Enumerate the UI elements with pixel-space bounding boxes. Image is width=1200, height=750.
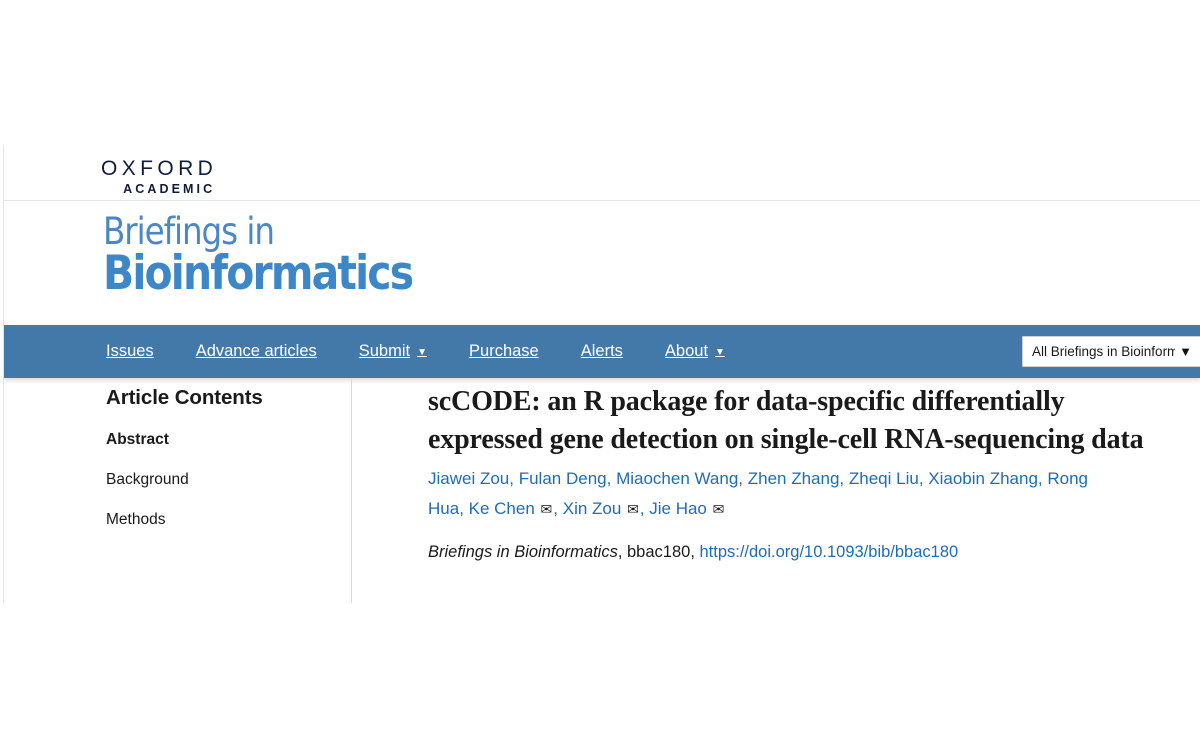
author-link[interactable]: Fulan Deng (519, 469, 607, 488)
author-separator: , (1037, 469, 1048, 488)
journal-masthead: Briefings in Bioinformatics (4, 201, 1200, 325)
author-link[interactable]: Zheqi Liu (849, 469, 919, 488)
nav-item-label: Advance articles (195, 342, 317, 360)
page-container: OXFORD ACADEMIC Briefings in Bioinformat… (3, 145, 1200, 603)
author-link[interactable]: Jie Hao (649, 499, 707, 518)
journal-logo-line2: Bioinformatics (103, 246, 414, 301)
author-separator: , (459, 499, 469, 518)
nav-item-label: Purchase (469, 342, 539, 360)
envelope-icon[interactable]: ✉ (626, 501, 640, 517)
table-of-contents-list: Abstract Background Methods (103, 430, 351, 530)
academic-logo-word: ACADEMIC (123, 182, 216, 196)
nav-item-about[interactable]: About ▼ (644, 325, 746, 378)
nav-item-list: Issues Advance articles Submit ▼ Purchase Ale… (101, 325, 746, 378)
citation-article-id: bbac180 (627, 543, 691, 561)
citation-journal-name: Briefings in Bioinformatics (428, 543, 618, 561)
article-title: scCODE: an R package for data-specific d… (428, 386, 1144, 455)
author-link[interactable]: Xin Zou (563, 499, 622, 518)
nav-item-purchase[interactable]: Purchase (448, 325, 560, 378)
journal-select-value: All Briefings in Bioinform (1032, 344, 1176, 359)
author-separator: , (509, 469, 519, 488)
journal-select-dropdown[interactable]: All Briefings in Bioinform ▼ (1022, 336, 1200, 367)
envelope-icon[interactable]: ✉ (712, 501, 726, 517)
nav-item-issues[interactable]: Issues (101, 325, 175, 378)
nav-item-label: Alerts (580, 342, 623, 360)
nav-item-alerts[interactable]: Alerts (560, 325, 644, 378)
chevron-down-icon: ▼ (417, 346, 428, 358)
oxford-academic-logo[interactable]: OXFORD ACADEMIC (101, 157, 217, 197)
nav-item-label: Submit (358, 342, 411, 360)
article-contents-sidebar: Article Contents Abstract Background Metho… (103, 378, 352, 603)
publisher-bar: OXFORD ACADEMIC (4, 145, 1200, 201)
toc-item-methods[interactable]: Methods (106, 510, 351, 530)
article-main-column: scCODE: an R package for data-specific d… (428, 378, 1148, 564)
nav-item-label: Issues (106, 342, 154, 360)
chevron-down-icon: ▼ (1179, 344, 1192, 359)
nav-item-submit[interactable]: Submit ▼ (338, 325, 448, 378)
author-link[interactable]: Zhen Zhang (748, 469, 840, 488)
author-separator: , (639, 499, 650, 518)
oxford-logo-word: OXFORD (101, 157, 218, 180)
citation-doi-link[interactable]: https://doi.org/10.1093/bib/bbac180 (699, 543, 958, 561)
author-separator: , (738, 469, 748, 488)
envelope-icon[interactable]: ✉ (540, 501, 554, 517)
chevron-down-icon: ▼ (715, 346, 725, 358)
author-link[interactable]: Miaochen Wang (616, 469, 738, 488)
nav-item-label: About (664, 342, 709, 360)
sidebar-title: Article Contents (106, 386, 263, 409)
author-separator: , (606, 469, 617, 488)
toc-item-background[interactable]: Background (106, 470, 351, 490)
citation-line: Briefings in Bioinformatics, bbac180, ht… (428, 540, 1148, 564)
author-link[interactable]: Jiawei Zou (428, 469, 509, 488)
author-list: Jiawei Zou, Fulan Deng, Miaochen Wang, Z… (428, 464, 1128, 524)
citation-comma-1: , (617, 543, 627, 561)
author-link[interactable]: Xiaobin Zhang (928, 469, 1038, 488)
article-area: Article Contents Abstract Background Metho… (4, 378, 1200, 603)
toc-item-abstract[interactable]: Abstract (106, 430, 351, 450)
journal-logo[interactable]: Briefings in Bioinformatics (103, 211, 458, 301)
author-separator: , (839, 469, 849, 488)
author-link[interactable]: Ke Chen (469, 499, 535, 518)
primary-navigation-bar: Issues Advance articles Submit ▼ Purchase Ale… (4, 325, 1200, 378)
author-separator: , (553, 499, 563, 518)
author-separator: , (918, 469, 929, 488)
nav-item-advance-articles[interactable]: Advance articles (175, 325, 338, 378)
